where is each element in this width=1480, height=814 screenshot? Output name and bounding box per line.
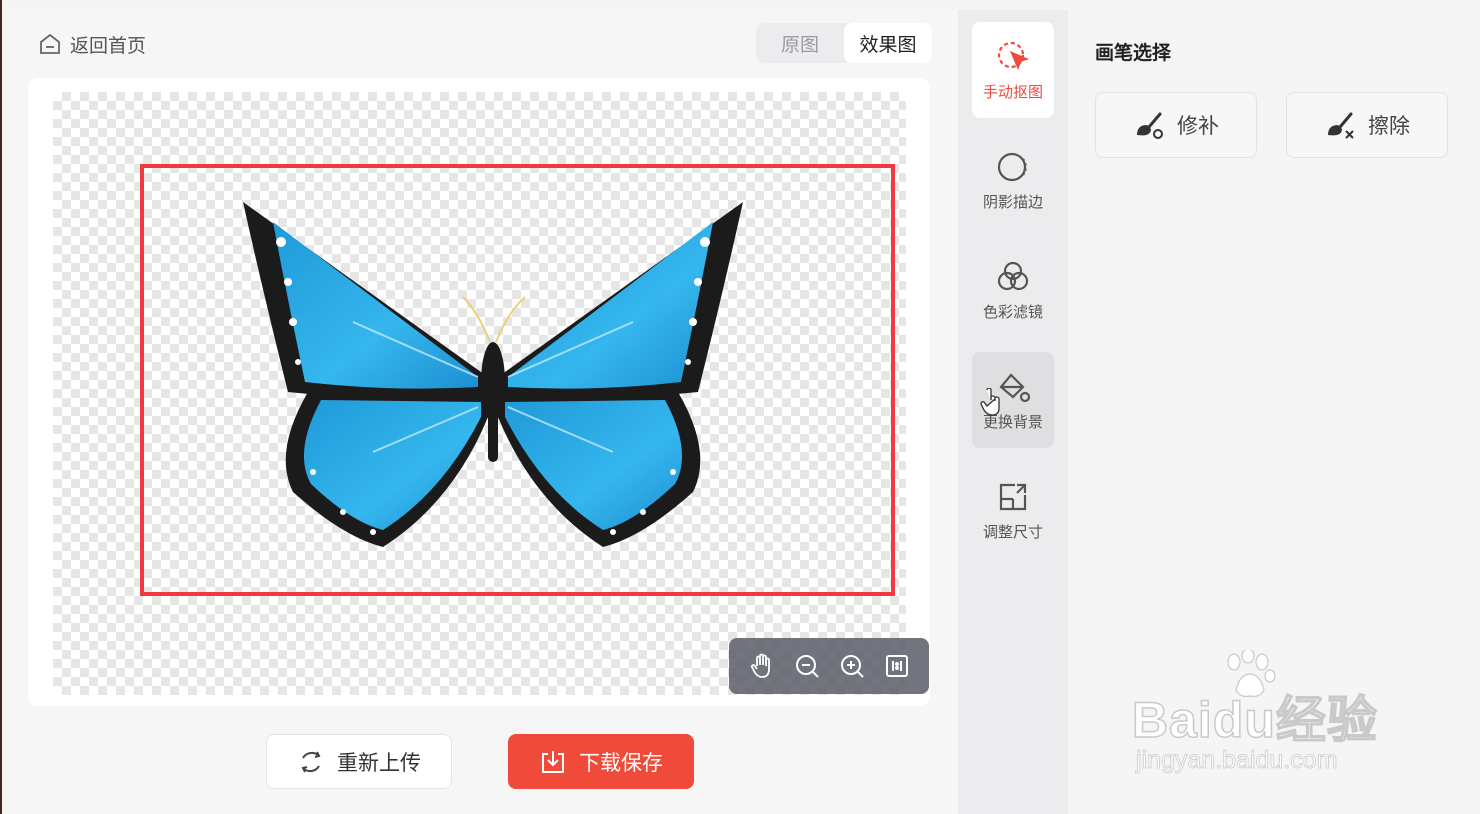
watermark-url: jingyan.baidu.com bbox=[1136, 746, 1338, 775]
baidu-watermark: Baidu经验 jingyan.baidu.com bbox=[1131, 650, 1412, 790]
tool-sidebar: 手动抠图 阴影描边 色彩滤镜 更换背景 调整尺寸 bbox=[958, 10, 1068, 814]
cursor-click-icon bbox=[997, 41, 1030, 70]
pan-hand-button[interactable] bbox=[745, 649, 779, 683]
reupload-label: 重新上传 bbox=[337, 750, 421, 775]
zoom-out-button[interactable] bbox=[790, 649, 824, 683]
tool-resize[interactable]: 调整尺寸 bbox=[972, 462, 1054, 558]
brush-panel-title: 画笔选择 bbox=[1095, 42, 1172, 64]
tab-result[interactable]: 效果图 bbox=[844, 23, 932, 63]
transparent-canvas[interactable] bbox=[53, 92, 929, 695]
tool-resize-label: 调整尺寸 bbox=[982, 522, 1043, 541]
tool-shadow-stroke-label: 阴影描边 bbox=[982, 192, 1043, 211]
shadow-circle-icon bbox=[997, 152, 1027, 181]
erase-brush-button[interactable]: 擦除 bbox=[1286, 92, 1448, 158]
download-save-label: 下载保存 bbox=[579, 750, 663, 775]
color-filter-icon bbox=[997, 261, 1029, 290]
butterfly-image bbox=[243, 202, 743, 547]
mouse-pointer-hand-icon bbox=[980, 388, 1000, 416]
refresh-icon bbox=[301, 751, 321, 772]
canvas-card bbox=[28, 78, 930, 706]
download-icon bbox=[542, 750, 564, 773]
tool-color-filter[interactable]: 色彩滤镜 bbox=[972, 242, 1054, 338]
one-to-one-icon bbox=[885, 655, 908, 677]
back-home-label: 返回首页 bbox=[70, 34, 147, 57]
brush-repair-icon bbox=[1137, 112, 1163, 139]
resize-icon bbox=[999, 483, 1027, 510]
view-toggle: 原图 效果图 bbox=[756, 23, 932, 63]
repair-brush-button[interactable]: 修补 bbox=[1095, 92, 1257, 158]
tool-shadow-stroke[interactable]: 阴影描边 bbox=[972, 132, 1054, 228]
tab-original[interactable]: 原图 bbox=[756, 23, 844, 63]
hand-icon bbox=[750, 653, 770, 678]
back-home-link[interactable]: 返回首页 bbox=[38, 30, 146, 58]
tool-color-filter-label: 色彩滤镜 bbox=[982, 302, 1043, 321]
zoom-in-button[interactable] bbox=[835, 649, 869, 683]
watermark-brand: Baidu经验 bbox=[1131, 691, 1378, 749]
zoom-out-icon bbox=[795, 655, 819, 678]
brush-erase-icon bbox=[1328, 112, 1354, 139]
home-icon bbox=[40, 33, 60, 54]
tool-manual-cutout[interactable]: 手动抠图 bbox=[972, 22, 1054, 118]
reupload-button[interactable]: 重新上传 bbox=[266, 734, 452, 789]
zoom-toolbar bbox=[729, 638, 929, 694]
actual-size-button[interactable] bbox=[880, 649, 914, 683]
tool-manual-cutout-label: 手动抠图 bbox=[982, 82, 1043, 101]
download-save-button[interactable]: 下载保存 bbox=[508, 734, 694, 789]
erase-brush-label: 擦除 bbox=[1368, 114, 1410, 138]
zoom-in-icon bbox=[840, 655, 864, 678]
main-panel: 返回首页 原图 效果图 重新上传 下载保存 bbox=[8, 10, 958, 814]
repair-brush-label: 修补 bbox=[1177, 114, 1219, 138]
